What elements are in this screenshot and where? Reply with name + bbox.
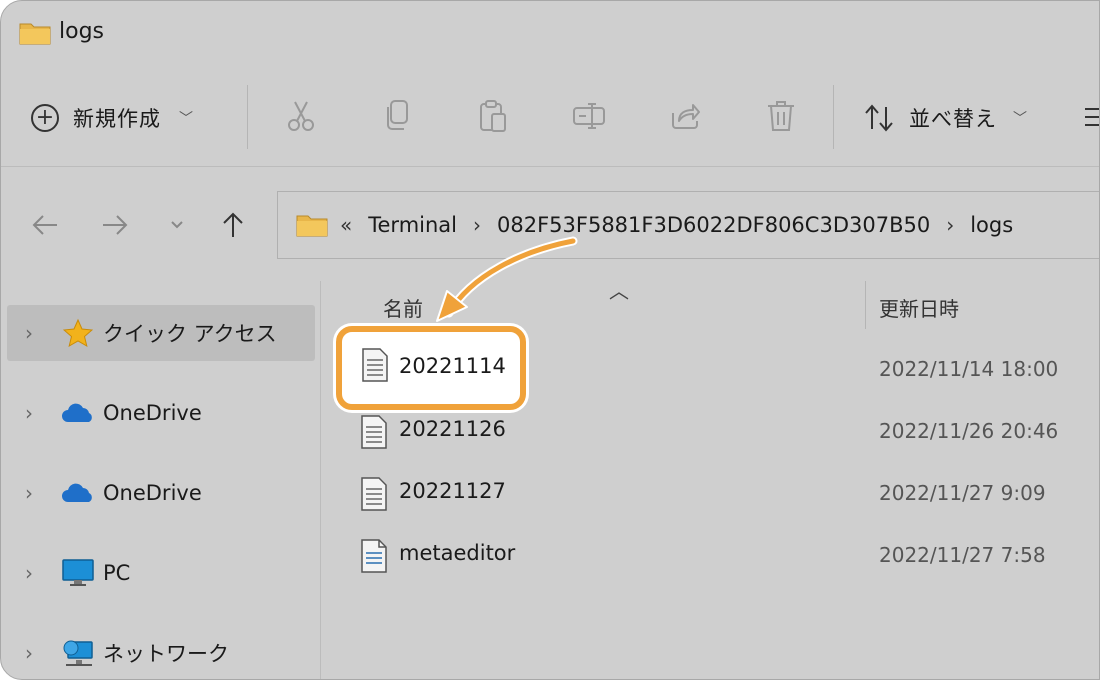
- chevron-right-icon[interactable]: ›: [25, 401, 47, 425]
- new-button[interactable]: + 新規作成 ﹀: [31, 93, 193, 143]
- file-row[interactable]: metaeditor 2022/11/27 7:58: [321, 527, 1099, 587]
- sidebar-item-label: ネットワーク: [103, 642, 229, 666]
- plus-circle-icon: +: [31, 104, 59, 132]
- view-menu-icon[interactable]: [1081, 103, 1100, 131]
- scissors-icon: [288, 101, 314, 131]
- file-date: 2022/11/27 7:58: [879, 543, 1046, 567]
- share-icon: [672, 104, 700, 129]
- file-name: 20221127: [399, 479, 506, 503]
- chevron-down-icon: ﹀: [1013, 111, 1027, 127]
- chevron-right-icon[interactable]: ›: [25, 481, 47, 505]
- column-header-date[interactable]: 更新日時: [879, 293, 959, 322]
- cut-button[interactable]: [283, 97, 319, 135]
- breadcrumb-overflow[interactable]: «: [340, 213, 352, 237]
- sidebar-item-pc[interactable]: › PC: [7, 545, 315, 601]
- chevron-down-icon: ﹀: [179, 111, 193, 127]
- file-row[interactable]: 20221114: [342, 332, 520, 404]
- sort-ascending-icon: ︿: [609, 279, 629, 303]
- sort-button-label: 並べ替え: [909, 107, 997, 131]
- file-row[interactable]: 20221126 2022/11/26 20:46: [321, 403, 1099, 463]
- folder-icon: [296, 215, 328, 237]
- forward-button[interactable]: [97, 207, 133, 243]
- folder-icon: [19, 23, 51, 45]
- breadcrumb-logs[interactable]: logs: [970, 213, 1013, 237]
- file-name: 20221126: [399, 417, 506, 441]
- highlighted-file-row[interactable]: 20221114: [336, 326, 526, 410]
- navigation-pane: › クイック アクセス › OneDrive › OneDrive › PC ›…: [1, 281, 321, 679]
- chevron-down-icon: [171, 221, 183, 229]
- sidebar-item-label: PC: [103, 561, 131, 585]
- file-row[interactable]: 20221127 2022/11/27 9:09: [321, 465, 1099, 525]
- sidebar-item-label: OneDrive: [103, 481, 202, 505]
- copy-icon: [387, 100, 408, 130]
- paste-button[interactable]: [475, 97, 511, 135]
- arrow-left-icon: [32, 215, 57, 235]
- window-title: logs: [59, 19, 104, 44]
- chevron-right-icon[interactable]: ›: [25, 561, 47, 585]
- rename-icon: [573, 103, 605, 129]
- sidebar-item-label: OneDrive: [103, 401, 202, 425]
- sidebar-item-network[interactable]: › ネットワーク: [7, 625, 315, 679]
- recent-locations-button[interactable]: [159, 207, 195, 243]
- clipboard-icon: [480, 100, 506, 132]
- config-file-icon: [361, 539, 387, 573]
- share-button[interactable]: [667, 97, 703, 135]
- trash-icon: [768, 101, 794, 131]
- column-header-name[interactable]: 名前: [383, 293, 423, 322]
- chevron-right-icon[interactable]: ›: [25, 321, 47, 345]
- text-file-icon: [361, 477, 387, 511]
- arrow-right-icon: [103, 215, 128, 235]
- copy-button[interactable]: [379, 97, 415, 135]
- explorer-window: logs + 新規作成 ﹀ 並べ替え ﹀ « Terminal › 082F53…: [0, 0, 1100, 680]
- navigation-row: « Terminal › 082F53F5881F3D6022DF806C3D3…: [1, 167, 1099, 281]
- chevron-right-icon[interactable]: ›: [473, 213, 481, 237]
- file-name: metaeditor: [399, 541, 516, 565]
- sidebar-item-onedrive[interactable]: › OneDrive: [7, 385, 315, 441]
- text-file-icon: [362, 348, 388, 382]
- command-bar: + 新規作成 ﹀ 並べ替え ﹀: [1, 69, 1100, 167]
- back-button[interactable]: [27, 207, 63, 243]
- file-name: 20221114: [399, 354, 506, 378]
- breadcrumb-hash-folder[interactable]: 082F53F5881F3D6022DF806C3D307B50: [497, 213, 930, 237]
- sort-arrows-icon: [865, 104, 893, 132]
- arrow-up-icon: [223, 212, 243, 237]
- network-icon: [61, 638, 95, 668]
- file-date: 2022/11/26 20:46: [879, 419, 1059, 443]
- chevron-right-icon[interactable]: ›: [25, 641, 47, 665]
- sidebar-item-quick-access[interactable]: › クイック アクセス: [7, 305, 315, 361]
- chevron-right-icon[interactable]: ›: [946, 213, 954, 237]
- monitor-icon: [61, 558, 95, 588]
- sidebar-item-label: クイック アクセス: [103, 322, 277, 346]
- toolbar-divider: [247, 85, 248, 149]
- file-date: 2022/11/14 18:00: [879, 357, 1059, 381]
- delete-button[interactable]: [763, 97, 799, 135]
- toolbar-divider: [833, 85, 834, 149]
- breadcrumb-terminal[interactable]: Terminal: [368, 213, 457, 237]
- column-divider[interactable]: [865, 281, 866, 329]
- new-button-label: 新規作成: [73, 107, 161, 131]
- address-bar[interactable]: « Terminal › 082F53F5881F3D6022DF806C3D3…: [277, 191, 1099, 259]
- up-button[interactable]: [215, 207, 251, 243]
- file-date: 2022/11/27 9:09: [879, 481, 1046, 505]
- sidebar-item-onedrive-2[interactable]: › OneDrive: [7, 465, 315, 521]
- cloud-icon: [61, 478, 95, 508]
- star-icon: [61, 318, 95, 348]
- sort-button[interactable]: 並べ替え ﹀: [863, 93, 1027, 143]
- text-file-icon: [361, 415, 387, 449]
- title-bar: logs: [1, 1, 1099, 69]
- cloud-icon: [61, 398, 95, 428]
- rename-button[interactable]: [571, 97, 607, 135]
